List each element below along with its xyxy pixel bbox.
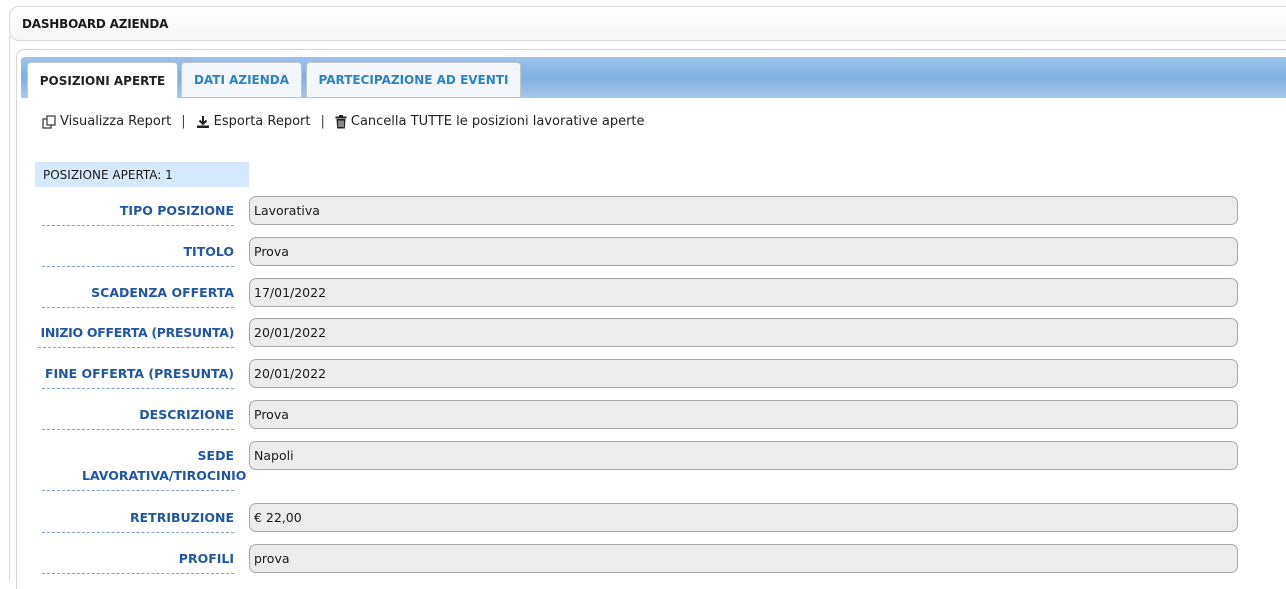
download-icon bbox=[196, 115, 210, 129]
delete-all-button[interactable]: Cancella TUTTE le posizioni lavorative a… bbox=[335, 114, 645, 129]
page-left-border bbox=[9, 36, 10, 581]
tab-label: DATI AZIENDA bbox=[193, 73, 290, 87]
tab-partecipazione-eventi[interactable]: PARTECIPAZIONE AD EVENTI bbox=[306, 62, 521, 97]
field-fine-offerta[interactable]: 20/01/2022 bbox=[249, 359, 1238, 388]
label-sede-lavorativa: SEDE LAVORATIVA/TIROCINIO bbox=[42, 440, 246, 491]
field-value: Lavorativa bbox=[254, 203, 320, 218]
field-titolo[interactable]: Prova bbox=[249, 237, 1238, 266]
field-sede-lavorativa[interactable]: Napoli bbox=[249, 441, 1238, 470]
field-descrizione[interactable]: Prova bbox=[249, 400, 1238, 429]
tab-label: POSIZIONI APERTE bbox=[39, 73, 166, 88]
tab-posizioni-aperte[interactable]: POSIZIONI APERTE bbox=[27, 62, 178, 98]
field-retribuzione[interactable]: € 22,00 bbox=[249, 503, 1238, 532]
label-inizio-offerta: INIZIO OFFERTA (PRESUNTA) bbox=[38, 317, 234, 348]
export-report-label: Esporta Report bbox=[213, 114, 311, 129]
field-value: 20/01/2022 bbox=[254, 366, 327, 381]
copy-icon bbox=[42, 114, 56, 129]
view-report-button[interactable]: Visualizza Report bbox=[42, 114, 171, 129]
report-toolbar: Visualizza Report | Esporta Report | Can… bbox=[42, 114, 645, 129]
label-tipo-posizione: TIPO POSIZIONE bbox=[42, 195, 234, 226]
field-inizio-offerta[interactable]: 20/01/2022 bbox=[249, 318, 1238, 347]
field-value: 20/01/2022 bbox=[254, 325, 327, 340]
field-value: Napoli bbox=[254, 448, 294, 463]
field-value: prova bbox=[254, 551, 290, 566]
toolbar-separator: | bbox=[320, 114, 325, 129]
position-header-label: POSIZIONE APERTA: 1 bbox=[43, 167, 173, 182]
position-header: POSIZIONE APERTA: 1 bbox=[35, 162, 249, 187]
label-retribuzione: RETRIBUZIONE bbox=[42, 502, 234, 533]
toolbar-separator: | bbox=[181, 114, 186, 129]
label-profili: PROFILI bbox=[42, 543, 234, 574]
trash-icon bbox=[335, 114, 347, 129]
delete-all-label: Cancella TUTTE le posizioni lavorative a… bbox=[350, 114, 645, 129]
page-title: DASHBOARD AZIENDA bbox=[22, 17, 169, 31]
label-fine-offerta: FINE OFFERTA (PRESUNTA) bbox=[42, 358, 234, 389]
label-titolo: TITOLO bbox=[42, 236, 234, 267]
field-tipo-posizione[interactable]: Lavorativa bbox=[249, 196, 1238, 225]
view-report-label: Visualizza Report bbox=[60, 114, 172, 129]
label-scadenza-offerta: SCADENZA OFFERTA bbox=[42, 277, 234, 308]
field-value: Prova bbox=[254, 407, 289, 422]
label-descrizione: DESCRIZIONE bbox=[42, 399, 234, 430]
tab-dati-azienda[interactable]: DATI AZIENDA bbox=[181, 62, 302, 97]
dashboard-header: DASHBOARD AZIENDA bbox=[9, 6, 1286, 41]
tab-label: PARTECIPAZIONE AD EVENTI bbox=[318, 73, 509, 87]
field-profili[interactable]: prova bbox=[249, 544, 1238, 573]
field-value: Prova bbox=[254, 244, 289, 259]
field-scadenza-offerta[interactable]: 17/01/2022 bbox=[249, 278, 1238, 307]
field-value: 17/01/2022 bbox=[254, 285, 327, 300]
export-report-button[interactable]: Esporta Report bbox=[196, 114, 311, 129]
field-value: € 22,00 bbox=[254, 510, 302, 525]
